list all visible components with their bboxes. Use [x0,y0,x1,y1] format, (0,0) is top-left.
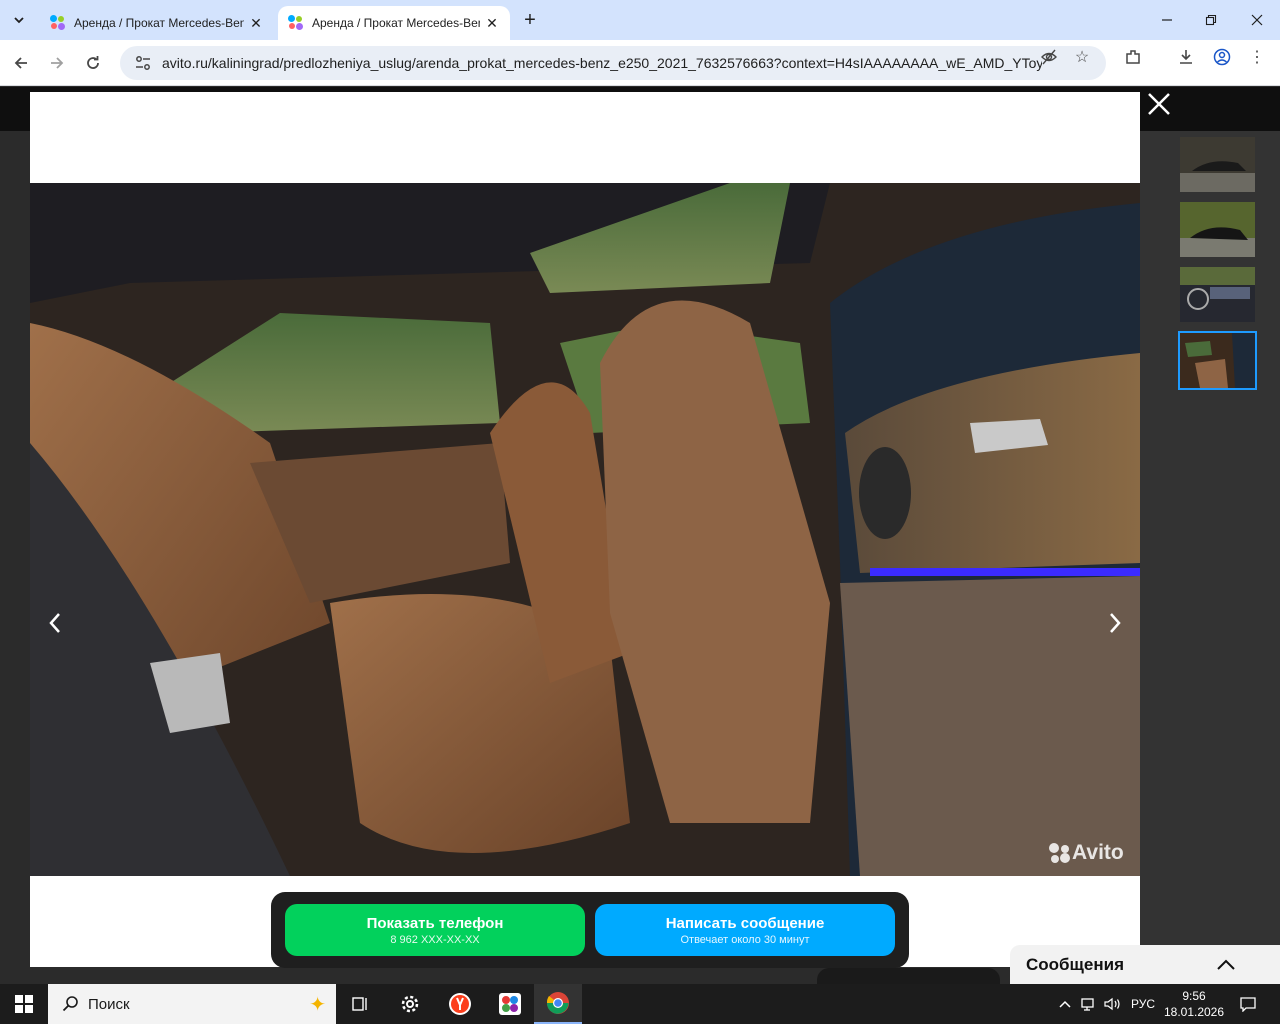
tab-title: Аренда / Прокат Mercedes-Benz E250 2021 … [312,16,480,30]
network-icon[interactable] [1078,984,1100,1024]
task-view-button[interactable] [336,984,384,1024]
download-icon[interactable] [1177,48,1195,66]
tab-active[interactable]: Аренда / Прокат Mercedes-Benz E250 2021 … [278,6,510,40]
watermark-text: Avito [1072,841,1124,864]
close-icon [1251,14,1263,26]
settings-app[interactable] [386,984,434,1024]
messages-widget[interactable]: Сообщения [1010,945,1280,984]
minimize-button[interactable] [1152,8,1182,32]
browser-toolbar: avito.ru/kaliningrad/predlozheniya_uslug… [0,40,1280,86]
arrow-right-icon [51,57,64,69]
avito-watermark: Avito [1048,841,1124,865]
volume-icon[interactable] [1102,984,1124,1024]
previous-photo-button[interactable] [40,608,70,638]
colorful-app-icon [499,993,521,1015]
thumbnail-2[interactable] [1180,202,1255,257]
close-tab-icon[interactable]: ✕ [248,15,264,31]
thumbnail-1[interactable] [1180,137,1255,192]
task-view-icon [352,997,367,1011]
yandex-icon [449,993,471,1015]
thumbnail-4[interactable] [1178,331,1257,390]
pinned-app[interactable] [486,984,534,1024]
phone-number-masked: 8 962 XXX-XX-XX [390,933,480,946]
photo-viewer: Avito [30,92,1140,967]
close-tab-icon[interactable]: ✕ [484,15,500,31]
system-clock[interactable]: 9:56 18.01.2026 [1160,988,1228,1020]
new-tab-button[interactable]: + [518,9,542,31]
back-button[interactable] [8,50,34,76]
windows-logo-icon [15,995,33,1013]
close-window-button[interactable] [1242,8,1272,32]
write-message-label: Написать сообщение [665,914,825,932]
tray-expand-icon[interactable] [1054,984,1076,1024]
yandex-browser-app[interactable] [436,984,484,1024]
minimize-icon [1162,19,1172,21]
chevron-up-icon [1217,959,1235,970]
close-icon [1148,93,1170,115]
close-viewer-button[interactable] [1146,91,1172,117]
thumbnail-3[interactable] [1180,267,1255,322]
page-content: Avito Сообщения Показать телефон 8 962 X… [0,87,1280,984]
notification-pill [817,968,1000,984]
url-text: avito.ru/kaliningrad/predlozheniya_uslug… [162,55,1042,71]
avito-favicon-icon [288,15,304,31]
clock-time: 9:56 [1182,989,1206,1003]
messages-label: Сообщения [1026,955,1124,974]
taskbar-search[interactable]: Поиск ✦ [48,984,336,1024]
reload-icon [87,56,99,69]
chevron-right-icon [1110,613,1121,633]
reload-button[interactable] [80,50,106,76]
contact-action-bar: Показать телефон 8 962 XXX-XX-XX Написат… [271,892,909,968]
eye-off-icon[interactable] [1040,48,1058,66]
show-phone-button[interactable]: Показать телефон 8 962 XXX-XX-XX [285,904,585,956]
search-label: Поиск [88,995,130,1013]
site-info-icon[interactable] [134,54,152,72]
avito-favicon-icon [50,15,66,31]
write-message-button[interactable]: Написать сообщение Отвечает около 30 мин… [595,904,895,956]
bookmark-star-icon[interactable]: ☆ [1073,48,1091,66]
next-photo-button[interactable] [1100,608,1130,638]
address-bar[interactable]: avito.ru/kaliningrad/predlozheniya_uslug… [120,46,1106,80]
arrow-left-icon [14,57,27,69]
copilot-sparkle-icon: ✦ [309,994,326,1016]
start-button[interactable] [0,984,48,1024]
car-interior-photo: Avito [30,183,1140,876]
search-icon [62,996,78,1012]
gear-icon [401,995,419,1013]
chevron-left-icon [49,613,60,633]
language-indicator[interactable]: РУС [1128,984,1158,1024]
avito-logo-icon [1049,843,1070,863]
notifications-icon[interactable] [1234,984,1262,1024]
gallery-backdrop [1140,131,1280,984]
profile-icon[interactable] [1213,48,1231,66]
chrome-app[interactable] [534,984,582,1024]
restore-button[interactable] [1196,8,1226,32]
show-phone-label: Показать телефон [366,914,504,932]
chrome-icon [546,992,569,1014]
clock-date: 18.01.2026 [1163,1005,1225,1019]
extensions-icon[interactable] [1124,48,1142,66]
more-menu-icon[interactable]: ⋮ [1248,48,1266,66]
tab-search-button[interactable] [6,8,32,32]
restore-icon [1205,14,1217,26]
chevron-down-icon [14,17,24,24]
tab-title: Аренда / Прокат Mercedes-Benz E250 2021 … [74,16,244,30]
browser-tabstrip: Аренда / Прокат Mercedes-Benz E250 2021 … [0,0,1280,40]
response-time-text: Отвечает около 30 минут [680,933,810,946]
forward-button[interactable] [44,50,70,76]
windows-taskbar: Поиск ✦ РУС 9:56 18.01.2026 [0,984,1280,1024]
tab-inactive[interactable]: Аренда / Прокат Mercedes-Benz E250 2021 … [40,6,274,40]
